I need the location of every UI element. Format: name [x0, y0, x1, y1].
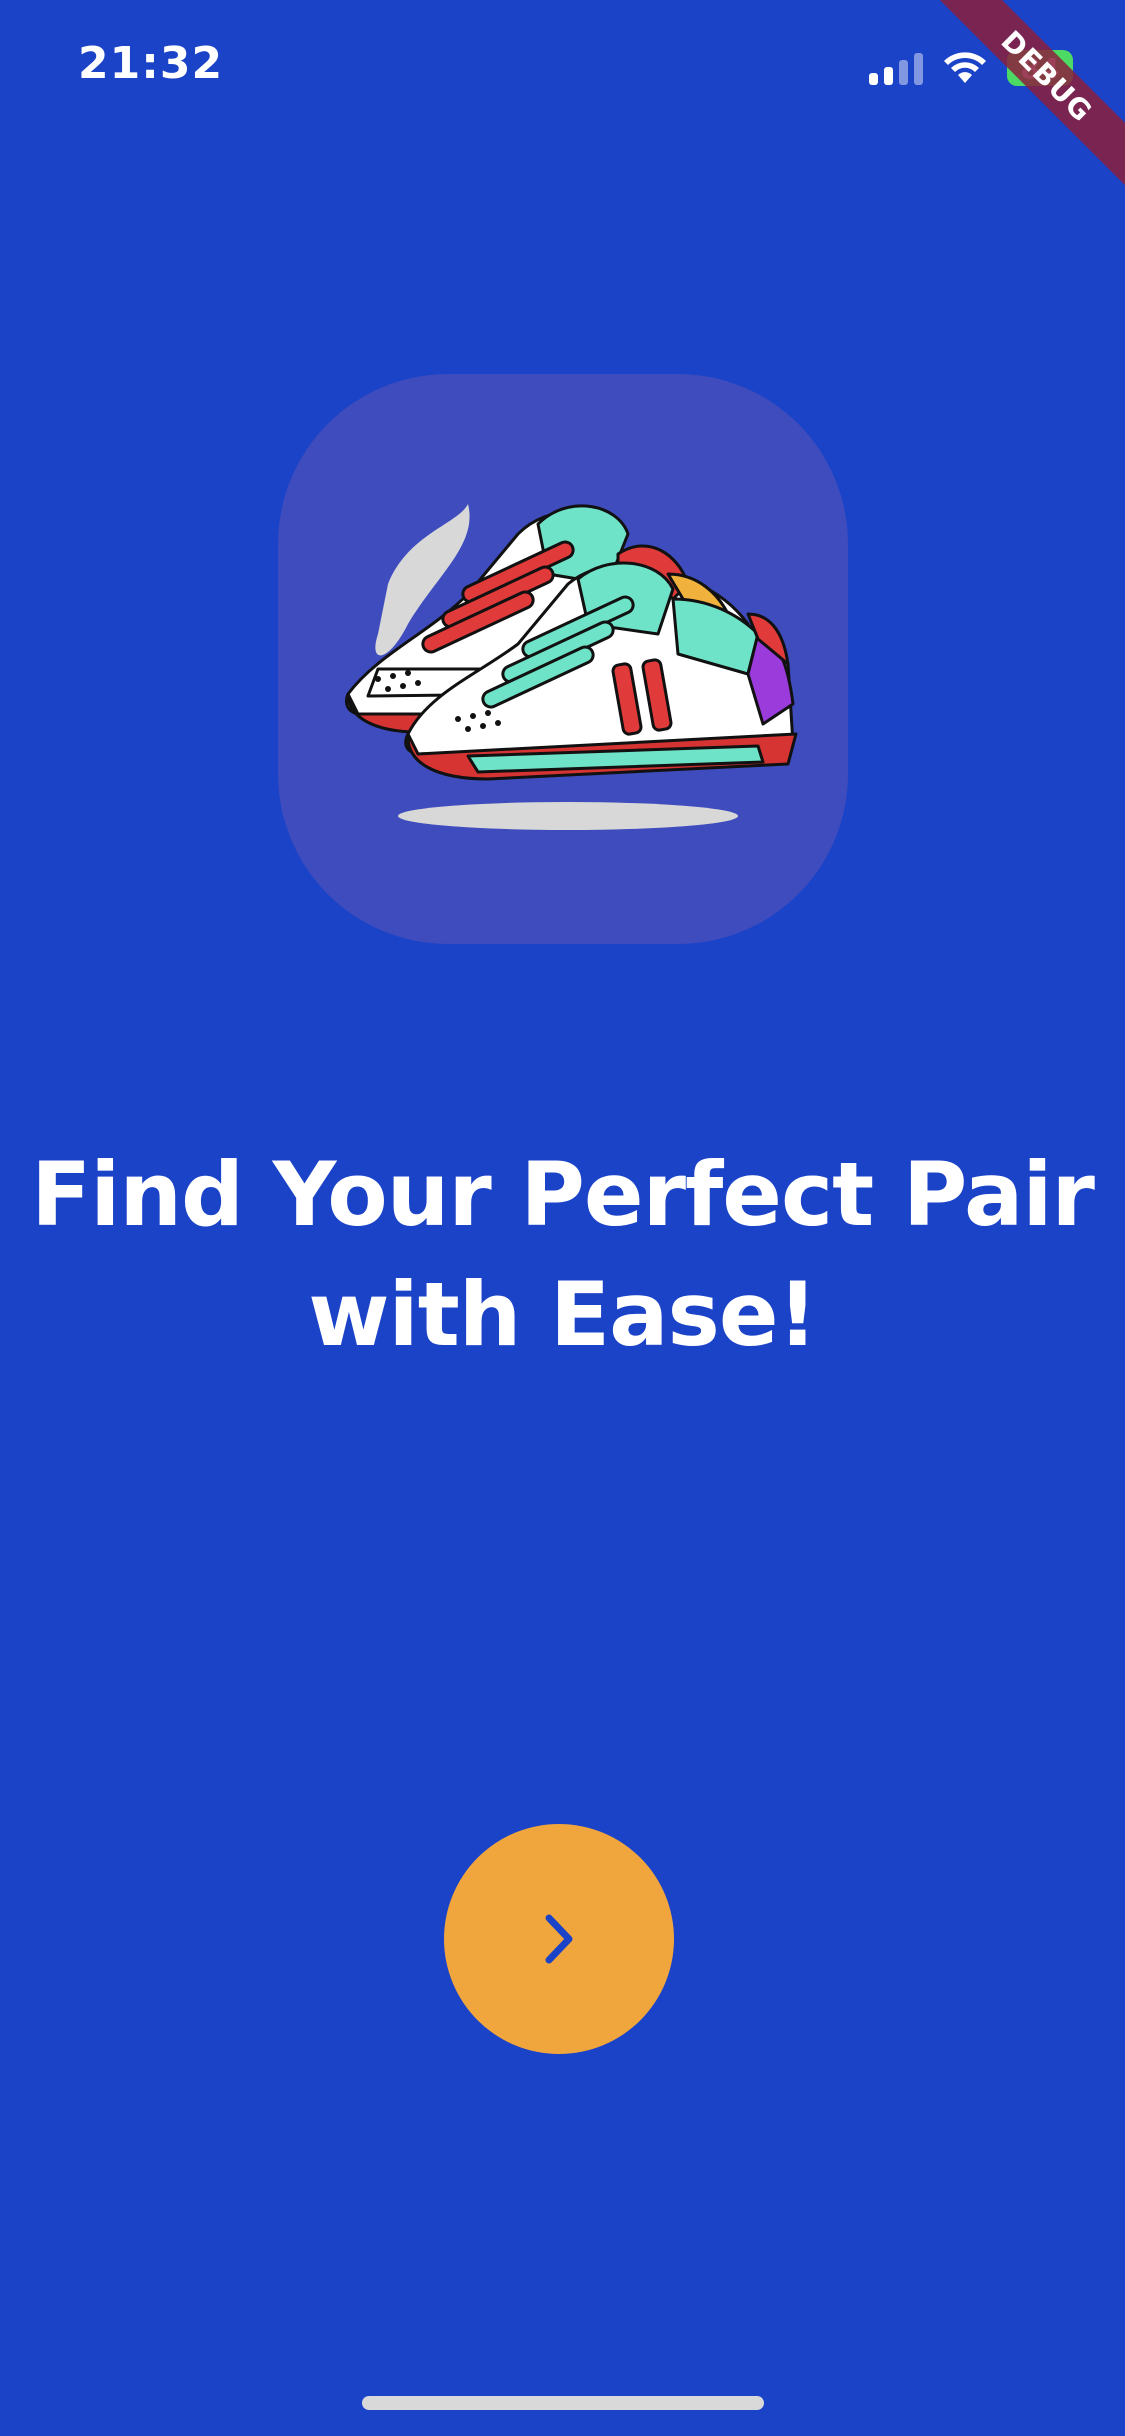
sneaker-icon [344, 504, 798, 830]
app-logo-card [278, 374, 848, 944]
cellular-signal-icon [869, 51, 923, 85]
headline-line-2: with Ease! [308, 1263, 818, 1366]
wifi-icon [944, 52, 986, 83]
debug-banner: DEBUG [932, 0, 1125, 191]
status-time: 21:32 [78, 38, 224, 89]
onboarding-screen: 21:32 84 DEBUG [0, 0, 1125, 2436]
next-button[interactable] [444, 1824, 674, 2054]
onboarding-headline: Find Your Perfect Pair with Ease! [0, 1135, 1125, 1375]
home-indicator[interactable] [362, 2396, 764, 2410]
chevron-right-icon [545, 1914, 573, 1964]
headline-line-1: Find Your Perfect Pair [31, 1143, 1095, 1246]
